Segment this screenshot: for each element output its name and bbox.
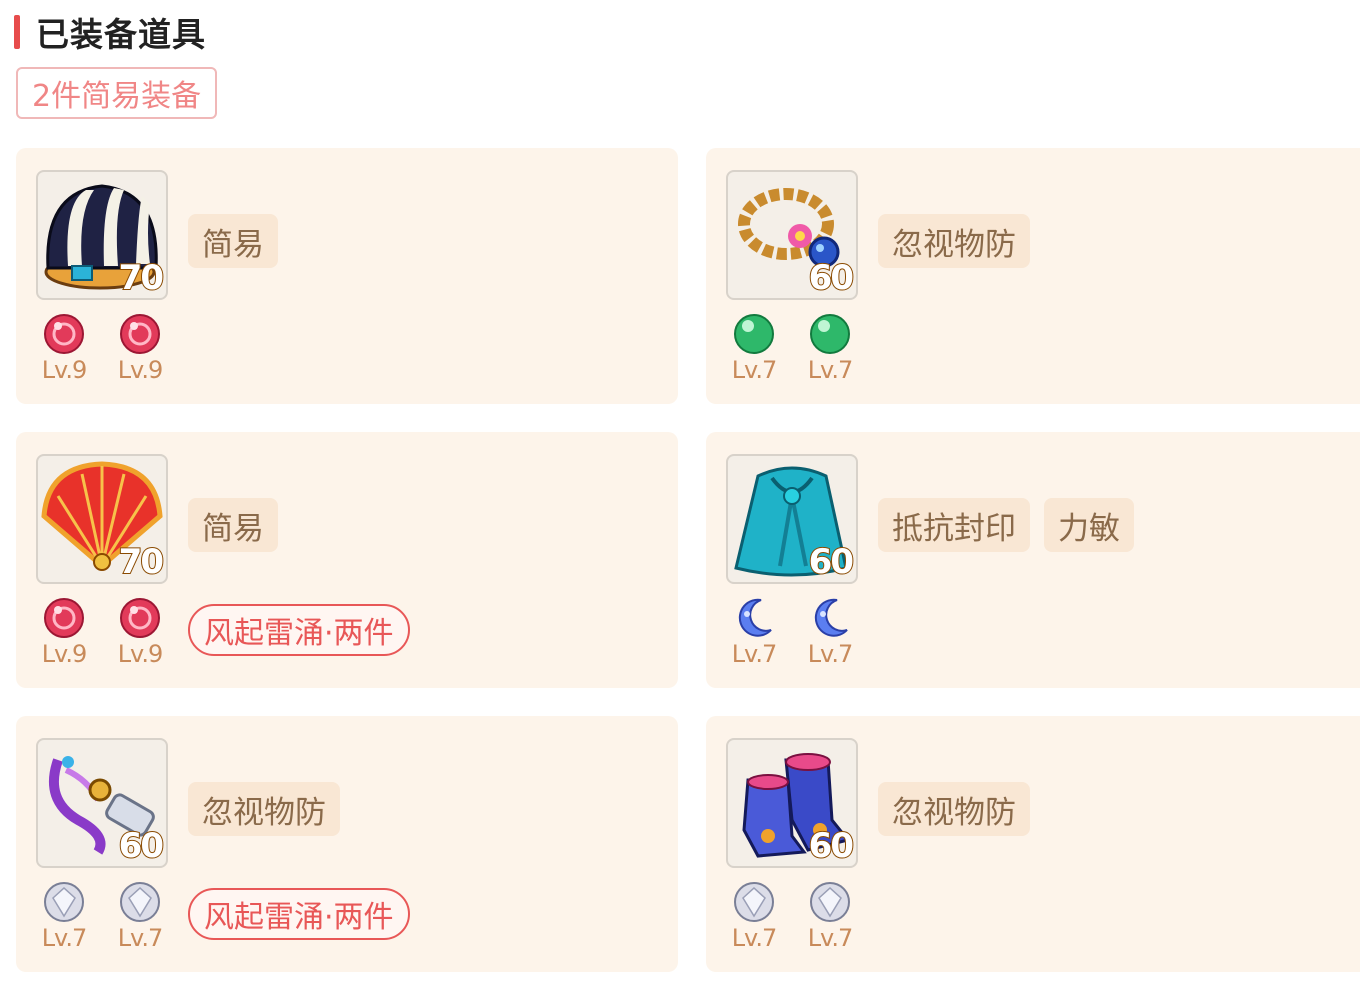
item-level-badge: 60	[808, 541, 855, 582]
equipment-slot[interactable]: 70	[36, 454, 168, 584]
attribute-tag: 简易	[188, 214, 278, 268]
equipment-slot[interactable]: 60	[726, 454, 858, 584]
gem-slot[interactable]: Lv.7	[116, 880, 164, 952]
attribute-tag: 简易	[188, 498, 278, 552]
gem-slots: Lv.9 Lv.9	[40, 312, 164, 384]
attribute-tags: 忽视物防	[878, 782, 1030, 836]
gem-slots: Lv.7 Lv.7	[730, 880, 854, 952]
item-level-badge: 60	[808, 257, 855, 298]
attribute-tags: 抵抗封印 力敏	[878, 498, 1134, 552]
gem-slot[interactable]: Lv.9	[116, 312, 164, 384]
gem-level: Lv.9	[41, 356, 88, 384]
item-level-badge: 70	[118, 257, 165, 298]
equipment-slot[interactable]: 60	[726, 170, 858, 300]
gem-slot[interactable]: Lv.7	[806, 596, 854, 668]
attribute-tags: 简易	[188, 498, 278, 552]
gem-slot[interactable]: Lv.7	[730, 880, 778, 952]
attribute-tag: 忽视物防	[188, 782, 340, 836]
moon-gem-icon	[738, 598, 772, 637]
gem-slot[interactable]: Lv.9	[40, 596, 88, 668]
item-level-badge: 70	[118, 541, 165, 582]
attribute-tag: 忽视物防	[878, 214, 1030, 268]
gem-level: Lv.9	[117, 640, 164, 668]
gem-slot[interactable]: Lv.9	[116, 596, 164, 668]
white-gem-icon	[44, 882, 84, 922]
equipment-slot[interactable]: 60	[36, 738, 168, 868]
attribute-tags: 忽视物防	[188, 782, 340, 836]
gem-slot[interactable]: Lv.7	[806, 880, 854, 952]
section-header: 已装备道具	[14, 12, 206, 54]
gem-level: Lv.9	[41, 640, 88, 668]
gem-level: Lv.7	[807, 640, 854, 668]
gem-slots: Lv.7 Lv.7	[40, 880, 164, 952]
equipment-card-boots[interactable]: 60 忽视物防 Lv.7 Lv.7	[706, 716, 1360, 972]
attribute-tag: 力敏	[1044, 498, 1134, 552]
white-gem-icon	[120, 882, 160, 922]
set-summary-badge: 2件简易装备	[16, 67, 218, 119]
red-gem-icon	[44, 598, 84, 638]
green-gem-icon	[734, 314, 774, 354]
section-title: 已装备道具	[36, 15, 206, 54]
green-gem-icon	[810, 314, 850, 354]
equipment-card-belt[interactable]: 60 忽视物防 Lv.7 Lv.7 风起雷涌·两件	[16, 716, 678, 972]
gem-slot[interactable]: Lv.9	[40, 312, 88, 384]
gem-slot[interactable]: Lv.7	[40, 880, 88, 952]
gem-level: Lv.7	[807, 924, 854, 952]
gem-level: Lv.7	[117, 924, 164, 952]
white-gem-icon	[810, 882, 850, 922]
equipment-card-fan[interactable]: 70 简易 Lv.9 Lv.9 风起雷涌·两件	[16, 432, 678, 688]
gem-level: Lv.7	[41, 924, 88, 952]
equipment-card-necklace[interactable]: 60 忽视物防 Lv.7 Lv.7	[706, 148, 1360, 404]
gem-level: Lv.7	[807, 356, 854, 384]
attribute-tag: 忽视物防	[878, 782, 1030, 836]
equipment-slot[interactable]: 60	[726, 738, 858, 868]
gem-slot[interactable]: Lv.7	[806, 312, 854, 384]
gem-slots: Lv.7 Lv.7	[730, 312, 854, 384]
set-bonus-badge[interactable]: 风起雷涌·两件	[188, 604, 410, 656]
gem-level: Lv.7	[731, 356, 778, 384]
gem-slot[interactable]: Lv.7	[730, 596, 778, 668]
set-bonus-badge[interactable]: 风起雷涌·两件	[188, 888, 410, 940]
attribute-tags: 忽视物防	[878, 214, 1030, 268]
moon-gem-icon	[814, 598, 848, 637]
gem-level: Lv.7	[731, 924, 778, 952]
gem-slots: Lv.7 Lv.7	[730, 596, 854, 668]
white-gem-icon	[734, 882, 774, 922]
accent-bar	[14, 15, 20, 49]
red-gem-icon	[120, 314, 160, 354]
gem-slots: Lv.9 Lv.9	[40, 596, 164, 668]
equipment-slot[interactable]: 70	[36, 170, 168, 300]
item-level-badge: 60	[808, 825, 855, 866]
red-gem-icon	[44, 314, 84, 354]
equipment-card-robe[interactable]: 60 抵抗封印 力敏 Lv.7 Lv.7	[706, 432, 1360, 688]
gem-level: Lv.7	[731, 640, 778, 668]
attribute-tags: 简易	[188, 214, 278, 268]
red-gem-icon	[120, 598, 160, 638]
item-level-badge: 60	[118, 825, 165, 866]
gem-level: Lv.9	[117, 356, 164, 384]
gem-slot[interactable]: Lv.7	[730, 312, 778, 384]
attribute-tag: 抵抗封印	[878, 498, 1030, 552]
equipment-card-hat[interactable]: 70 简易 Lv.9 Lv.9	[16, 148, 678, 404]
